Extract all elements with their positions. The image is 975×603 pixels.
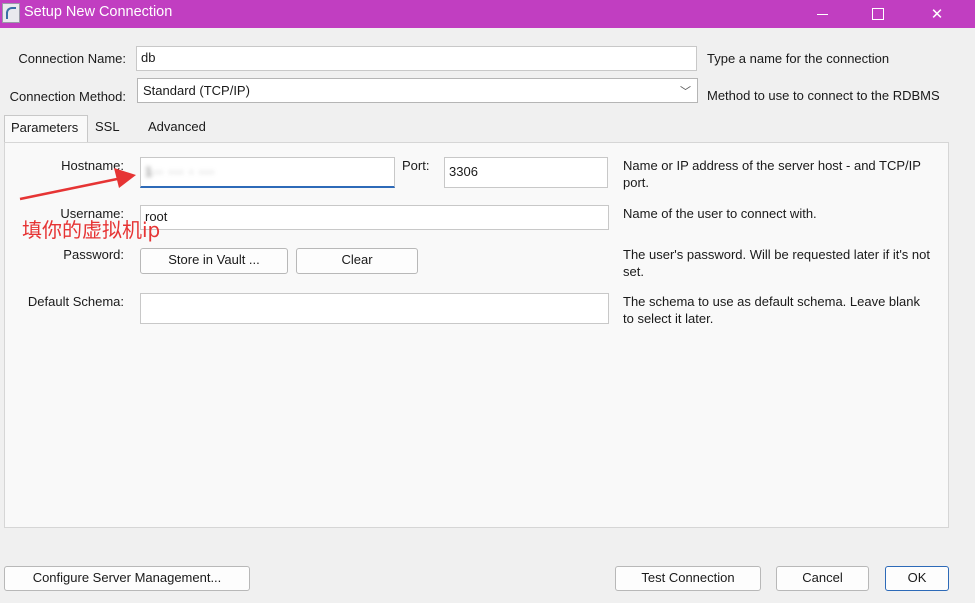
annotation-arrow-icon bbox=[19, 168, 136, 201]
cancel-button[interactable]: Cancel bbox=[776, 566, 869, 591]
ok-button[interactable]: OK bbox=[885, 566, 949, 591]
configure-server-management-button[interactable]: Configure Server Management... bbox=[4, 566, 250, 591]
annotation-text: 填你的虚拟机ip bbox=[22, 218, 161, 242]
test-connection-button[interactable]: Test Connection bbox=[615, 566, 761, 591]
